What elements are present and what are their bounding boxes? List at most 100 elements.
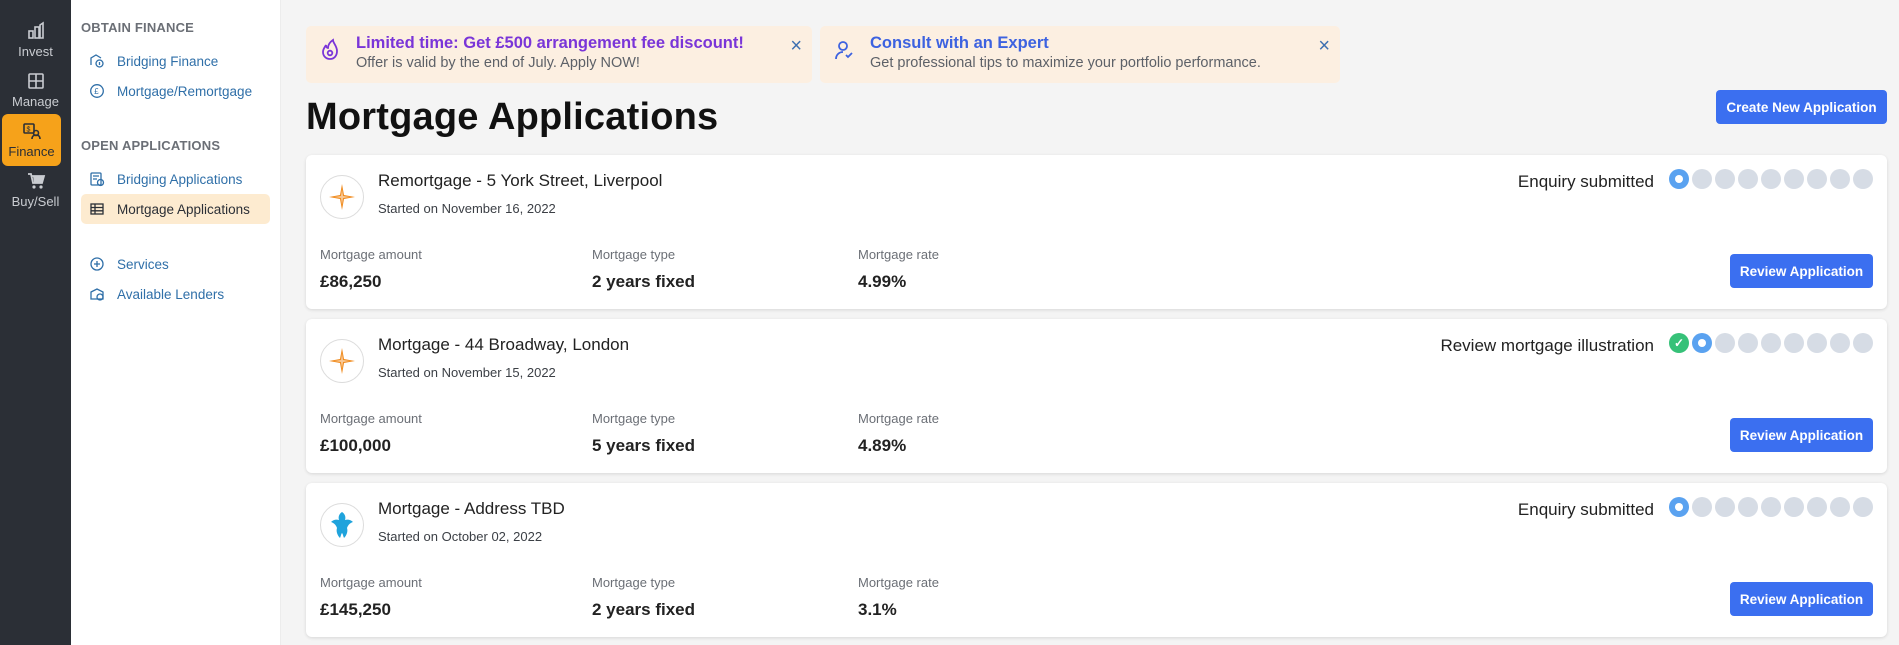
step-pending	[1738, 497, 1758, 517]
review-application-button[interactable]: Review Application	[1730, 254, 1873, 288]
review-application-button[interactable]: Review Application	[1730, 582, 1873, 616]
progress-steps	[1669, 169, 1873, 189]
left-rail: Invest Manage $ Finance Buy/Sell	[0, 0, 71, 645]
rail-label: Invest	[18, 44, 53, 59]
mortgage-amount-label: Mortgage amount	[320, 575, 422, 590]
page-title: Mortgage Applications	[306, 96, 719, 138]
nav-item-label: Mortgage Applications	[117, 201, 250, 217]
step-pending	[1738, 333, 1758, 353]
step-pending	[1830, 169, 1850, 189]
svg-text:$: $	[26, 127, 30, 134]
mortgage-rate-value: 4.99%	[858, 272, 907, 291]
step-pending	[1692, 497, 1712, 517]
step-pending	[1784, 169, 1804, 189]
progress-steps	[1669, 497, 1873, 517]
rail-label: Manage	[12, 94, 59, 109]
expert-icon	[835, 41, 853, 60]
mortgage-type-label: Mortgage type	[592, 575, 676, 590]
nav-item-services[interactable]: Services	[81, 249, 270, 279]
application-start-date: Started on November 15, 2022	[378, 365, 556, 380]
promo-banner-discount: Limited time: Get £500 arrangement fee d…	[306, 26, 812, 83]
mortgage-amount-value: £145,250	[320, 600, 391, 619]
application-card: Mortgage - 44 Broadway, London Started o…	[306, 319, 1887, 473]
promo-title: Consult with an Expert	[870, 34, 1049, 52]
rail-label: Finance	[8, 144, 55, 159]
nav-item-label: Mortgage/Remortgage	[117, 83, 253, 99]
nav-item-mortgage-applications[interactable]: Mortgage Applications	[81, 194, 270, 224]
lenders-icon	[90, 288, 104, 301]
step-pending	[1830, 333, 1850, 353]
step-pending	[1853, 169, 1873, 189]
promo-title: Limited time: Get £500 arrangement fee d…	[356, 34, 744, 52]
star-lender-logo	[320, 339, 364, 383]
mortgage-type-label: Mortgage type	[592, 247, 676, 262]
pound-coin-icon: £	[90, 84, 104, 98]
nav-item-label: Available Lenders	[117, 286, 225, 302]
step-pending	[1830, 497, 1850, 517]
step-pending	[1715, 169, 1735, 189]
main-content: Limited time: Get £500 arrangement fee d…	[281, 0, 1899, 645]
close-icon[interactable]: ×	[1318, 36, 1330, 56]
rail-item-finance[interactable]: $ Finance	[2, 114, 61, 166]
bridging-applications-icon	[90, 172, 105, 187]
step-pending	[1853, 333, 1873, 353]
mortgage-amount-value: £86,250	[320, 272, 382, 291]
rail-item-invest[interactable]: Invest	[0, 14, 71, 66]
services-icon	[90, 257, 104, 271]
step-current	[1692, 333, 1712, 353]
application-title: Mortgage - Address TBD	[378, 499, 565, 518]
application-start-date: Started on October 02, 2022	[378, 529, 543, 544]
finance-subnav: OBTAIN FINANCE Bridging Finance £ Mortga…	[71, 0, 281, 645]
rail-item-buy-sell[interactable]: Buy/Sell	[0, 164, 71, 216]
step-pending	[1853, 497, 1873, 517]
step-pending	[1761, 169, 1781, 189]
section-title-obtain-finance: OBTAIN FINANCE	[81, 20, 195, 35]
application-title: Mortgage - 44 Broadway, London	[378, 335, 630, 354]
mortgage-amount-label: Mortgage amount	[320, 247, 422, 262]
promo-subtitle: Offer is valid by the end of July. Apply…	[356, 55, 640, 71]
promo-banner-expert: Consult with an Expert Get professional …	[820, 26, 1340, 83]
application-card: Mortgage - Address TBD Started on Octobe…	[306, 483, 1887, 637]
step-pending	[1715, 497, 1735, 517]
table-icon	[90, 203, 104, 215]
mortgage-rate-label: Mortgage rate	[858, 411, 939, 426]
nav-item-label: Bridging Finance	[117, 53, 219, 69]
mortgage-type-value: 2 years fixed	[592, 272, 696, 291]
review-application-button[interactable]: Review Application	[1730, 418, 1873, 452]
promo-subtitle: Get professional tips to maximize your p…	[870, 55, 1261, 71]
nav-item-label: Services	[117, 256, 169, 272]
application-status: Review mortgage illustration	[1440, 336, 1654, 355]
rail-label: Buy/Sell	[11, 194, 60, 209]
mortgage-rate-value: 3.1%	[858, 600, 897, 619]
nav-item-bridging-applications[interactable]: Bridging Applications	[81, 164, 270, 194]
mortgage-amount-value: £100,000	[320, 436, 391, 455]
step-pending	[1761, 497, 1781, 517]
nav-item-available-lenders[interactable]: Available Lenders	[81, 279, 270, 309]
create-new-application-button[interactable]: Create New Application	[1716, 90, 1887, 124]
svg-text:£: £	[94, 87, 99, 96]
nav-item-bridging-finance[interactable]: Bridging Finance	[81, 46, 270, 76]
bridging-finance-icon	[90, 54, 104, 68]
eagle-lender-logo	[320, 503, 364, 547]
step-pending	[1761, 333, 1781, 353]
step-pending	[1807, 333, 1827, 353]
fire-icon	[322, 38, 338, 60]
step-pending	[1738, 169, 1758, 189]
step-pending	[1784, 333, 1804, 353]
close-icon[interactable]: ×	[790, 36, 802, 56]
step-pending	[1692, 169, 1712, 189]
manage-icon	[27, 73, 44, 89]
application-start-date: Started on November 16, 2022	[378, 201, 556, 216]
mortgage-rate-value: 4.89%	[858, 436, 907, 455]
section-title-open-applications: OPEN APPLICATIONS	[81, 138, 221, 153]
nav-item-mortgage-remortgage[interactable]: £ Mortgage/Remortgage	[81, 76, 270, 106]
rail-item-manage[interactable]: Manage	[0, 64, 71, 116]
application-card: Remortgage - 5 York Street, Liverpool St…	[306, 155, 1887, 309]
step-current	[1669, 497, 1689, 517]
application-status: Enquiry submitted	[1517, 172, 1654, 191]
step-pending	[1807, 169, 1827, 189]
invest-icon	[27, 21, 44, 39]
mortgage-amount-label: Mortgage amount	[320, 411, 422, 426]
step-pending	[1807, 497, 1827, 517]
step-pending	[1715, 333, 1735, 353]
